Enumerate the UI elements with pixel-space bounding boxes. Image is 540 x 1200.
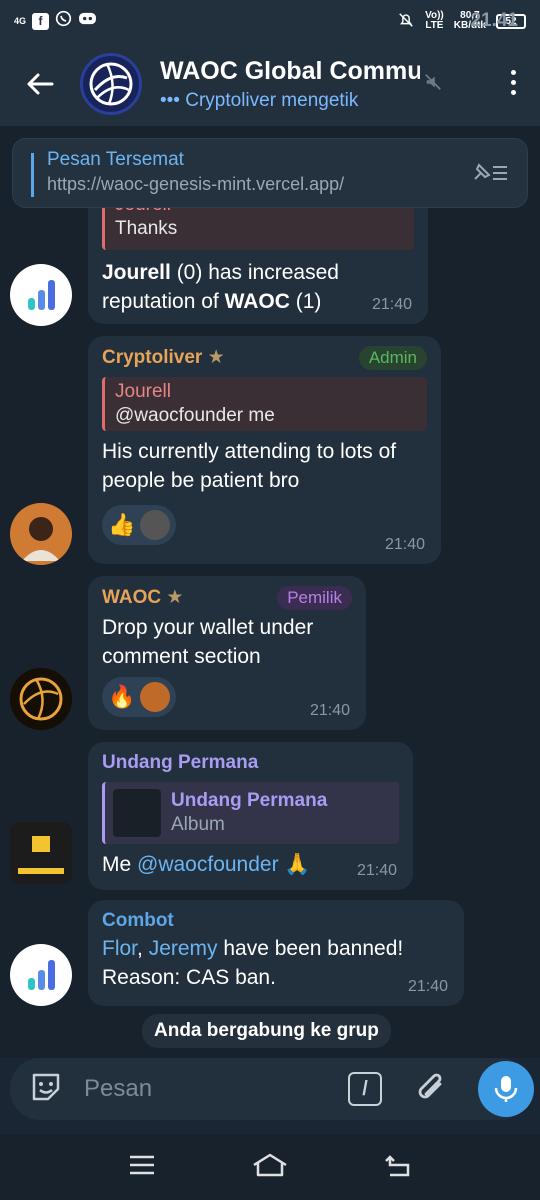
bar-chart-logo-icon [28, 280, 55, 310]
combot-avatar[interactable] [10, 944, 72, 1006]
message-time: 21:40 [309, 702, 350, 719]
home-icon [253, 1153, 287, 1176]
waoc-avatar[interactable] [10, 668, 72, 730]
sticker-button[interactable] [28, 1069, 64, 1110]
more-menu-button[interactable] [511, 70, 516, 95]
reaction-fire[interactable]: 🔥 [102, 677, 176, 717]
dot-icon [511, 70, 516, 75]
mention-link[interactable]: @waocfounder [137, 853, 279, 876]
discord-icon [78, 11, 97, 31]
star-icon: ★ [166, 587, 184, 608]
message-time: 21:40 [356, 862, 397, 879]
back-button[interactable] [0, 72, 80, 96]
arrow-left-icon [27, 73, 54, 95]
user-link[interactable]: Jeremy [149, 937, 218, 960]
sender-name[interactable]: Undang Permana [102, 752, 399, 774]
network-indicator: 4G [14, 15, 27, 26]
album-reply-preview[interactable]: Undang Permana Album [102, 782, 399, 844]
message-text: Drop your wallet under comment section [102, 616, 314, 668]
typing-status: ••• Cryptoliver mengetik [160, 89, 359, 111]
system-nav-bar [0, 1134, 540, 1200]
reply-preview[interactable]: Jourell @waocfounder me [102, 377, 427, 431]
whatsapp-icon [55, 10, 72, 32]
chat-header: WAOC Global Commu ••• Cryptoliver menget… [0, 42, 540, 126]
reaction-thumbs-up[interactable]: 👍 [102, 505, 176, 545]
muted-icon [424, 73, 444, 96]
message-text: Me @waocfounder 🙏 [102, 853, 311, 876]
bot-command-button[interactable]: / [348, 1072, 382, 1106]
attach-button[interactable] [414, 1070, 450, 1113]
reactor-avatar [140, 510, 170, 540]
combot-avatar[interactable] [10, 264, 72, 326]
message-reputation[interactable]: Jourell Thanks Jourell (0) has increased… [88, 190, 428, 324]
dnd-icon [397, 11, 415, 32]
message-time: 21:40 [407, 978, 448, 995]
message-time: 21:40 [384, 536, 425, 553]
dot-icon [511, 90, 516, 95]
user-link[interactable]: Flor [102, 937, 137, 960]
cryptoliver-avatar[interactable] [10, 503, 72, 565]
globe-logo-icon [89, 62, 133, 106]
message-text: His currently attending to lots of peopl… [102, 440, 397, 492]
chat-title: WAOC Global Commu [160, 56, 420, 85]
message-undang[interactable]: Undang Permana Undang Permana Album Me @… [88, 742, 413, 890]
message-combot[interactable]: Combot Flor, Jeremy have been banned! Re… [88, 900, 464, 1006]
volte-indicator: Vo)) LTE [425, 10, 444, 31]
pinned-message[interactable]: Pesan Tersemat https://waoc-genesis-mint… [12, 138, 528, 208]
clock: 21.41 [470, 10, 518, 31]
message-time: 21:40 [371, 296, 412, 313]
status-bar: 4G 21.41 f Vo)) LTE 80,7 KB/dtk 52 [0, 0, 540, 42]
recent-apps-button[interactable] [128, 1154, 156, 1181]
menu-lines-icon [130, 1155, 154, 1174]
message-text: Flor, Jeremy have been banned! Reason: C… [102, 937, 404, 989]
sender-name[interactable]: Combot [102, 910, 450, 932]
reactor-avatar [140, 682, 170, 712]
voice-record-button[interactable] [478, 1061, 534, 1117]
service-message: Anda bergabung ke grup [142, 1014, 391, 1048]
undang-avatar[interactable] [10, 822, 72, 884]
admin-badge: Admin [358, 346, 427, 370]
dot-icon [511, 80, 516, 85]
bar-chart-logo-icon [28, 960, 55, 990]
home-button[interactable] [252, 1153, 288, 1182]
person-avatar-icon [10, 503, 72, 565]
gift-thumbnail-icon [10, 822, 72, 884]
chat-title-area[interactable]: WAOC Global Commu ••• Cryptoliver menget… [160, 57, 420, 112]
pinned-indicator [31, 153, 34, 197]
microphone-icon [494, 1076, 518, 1102]
message-input[interactable]: Pesan [84, 1075, 152, 1103]
pinned-title: Pesan Tersemat [47, 149, 184, 170]
sticker-icon [32, 1073, 60, 1100]
message-composer: Pesan / [10, 1058, 534, 1120]
star-icon: ★ [207, 347, 225, 368]
paperclip-icon [418, 1073, 442, 1099]
pin-list-icon[interactable] [471, 161, 509, 190]
back-nav-icon [385, 1154, 410, 1176]
back-nav-button[interactable] [384, 1153, 412, 1182]
pinned-link: https://waoc-genesis-mint.vercel.app/ [47, 174, 345, 194]
message-cryptoliver[interactable]: Cryptoliver ★ Admin Jourell @waocfounder… [88, 336, 441, 564]
message-text: Jourell (0) has increased reputation of … [102, 261, 339, 313]
reactions: 👍 [102, 505, 427, 545]
album-thumbnail [113, 789, 161, 837]
facebook-icon: f [32, 12, 50, 30]
globe-gold-icon [10, 668, 72, 730]
group-avatar[interactable] [80, 53, 142, 115]
message-waoc[interactable]: WAOC ★ Pemilik Drop your wallet under co… [88, 576, 366, 730]
owner-badge: Pemilik [277, 586, 352, 610]
